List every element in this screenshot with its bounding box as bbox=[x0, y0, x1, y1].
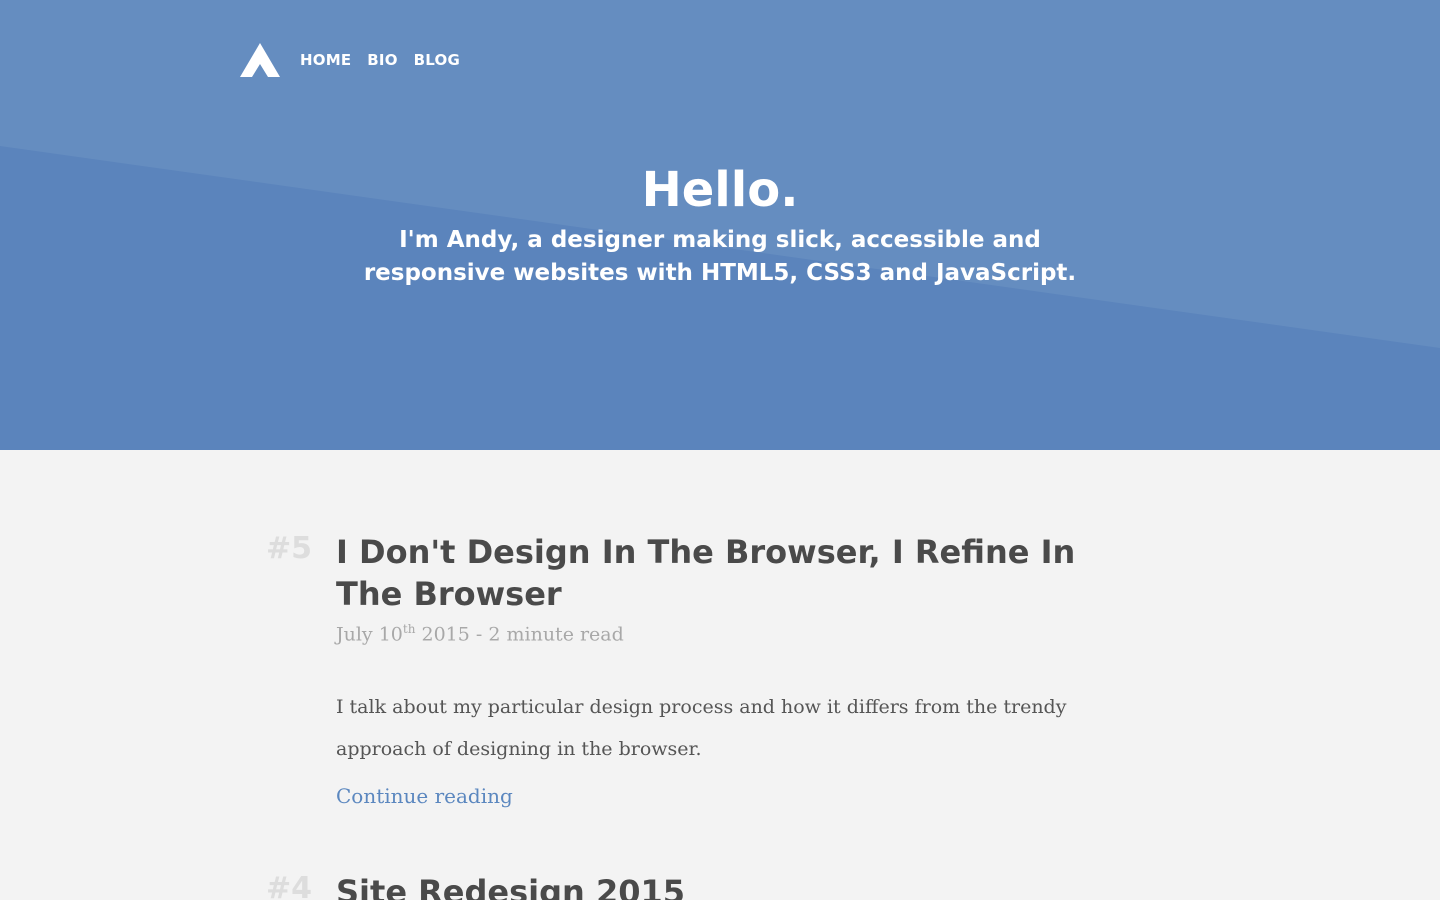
post-title-text[interactable]: I Don't Design In The Browser, I Refine … bbox=[336, 533, 1075, 613]
hero-header: HOME BIO BLOG Hello. I'm Andy, a designe… bbox=[0, 0, 1440, 450]
hero-title: Hello. bbox=[641, 162, 799, 218]
post-date-suffix: th bbox=[402, 622, 416, 636]
post-number: #5 bbox=[266, 531, 313, 566]
site-logo-icon[interactable] bbox=[240, 43, 280, 77]
main-nav: HOME BIO BLOG bbox=[240, 43, 476, 77]
post-title[interactable]: I Don't Design In The Browser, I Refine … bbox=[336, 531, 1096, 615]
continue-reading-link[interactable]: Continue reading bbox=[336, 784, 513, 808]
post-date-year: 2015 bbox=[421, 623, 470, 646]
post-list: #5 I Don't Design In The Browser, I Refi… bbox=[0, 450, 1440, 900]
post-number: #4 bbox=[266, 871, 313, 900]
hero-subtitle: I'm Andy, a designer making slick, acces… bbox=[363, 227, 1077, 286]
post-meta: July 10th 2015 - 2 minute read bbox=[336, 622, 624, 645]
nav-link-home[interactable]: HOME bbox=[300, 51, 351, 69]
post-title-text[interactable]: Site Redesign 2015 bbox=[336, 873, 685, 900]
post-date-month: July 10 bbox=[336, 623, 403, 646]
nav-link-blog[interactable]: BLOG bbox=[414, 51, 460, 69]
post-excerpt: I talk about my particular design proces… bbox=[336, 696, 1067, 760]
post-title[interactable]: Site Redesign 2015 bbox=[336, 871, 1096, 900]
nav-link-bio[interactable]: BIO bbox=[367, 51, 397, 69]
post-read-time: - 2 minute read bbox=[475, 623, 624, 646]
